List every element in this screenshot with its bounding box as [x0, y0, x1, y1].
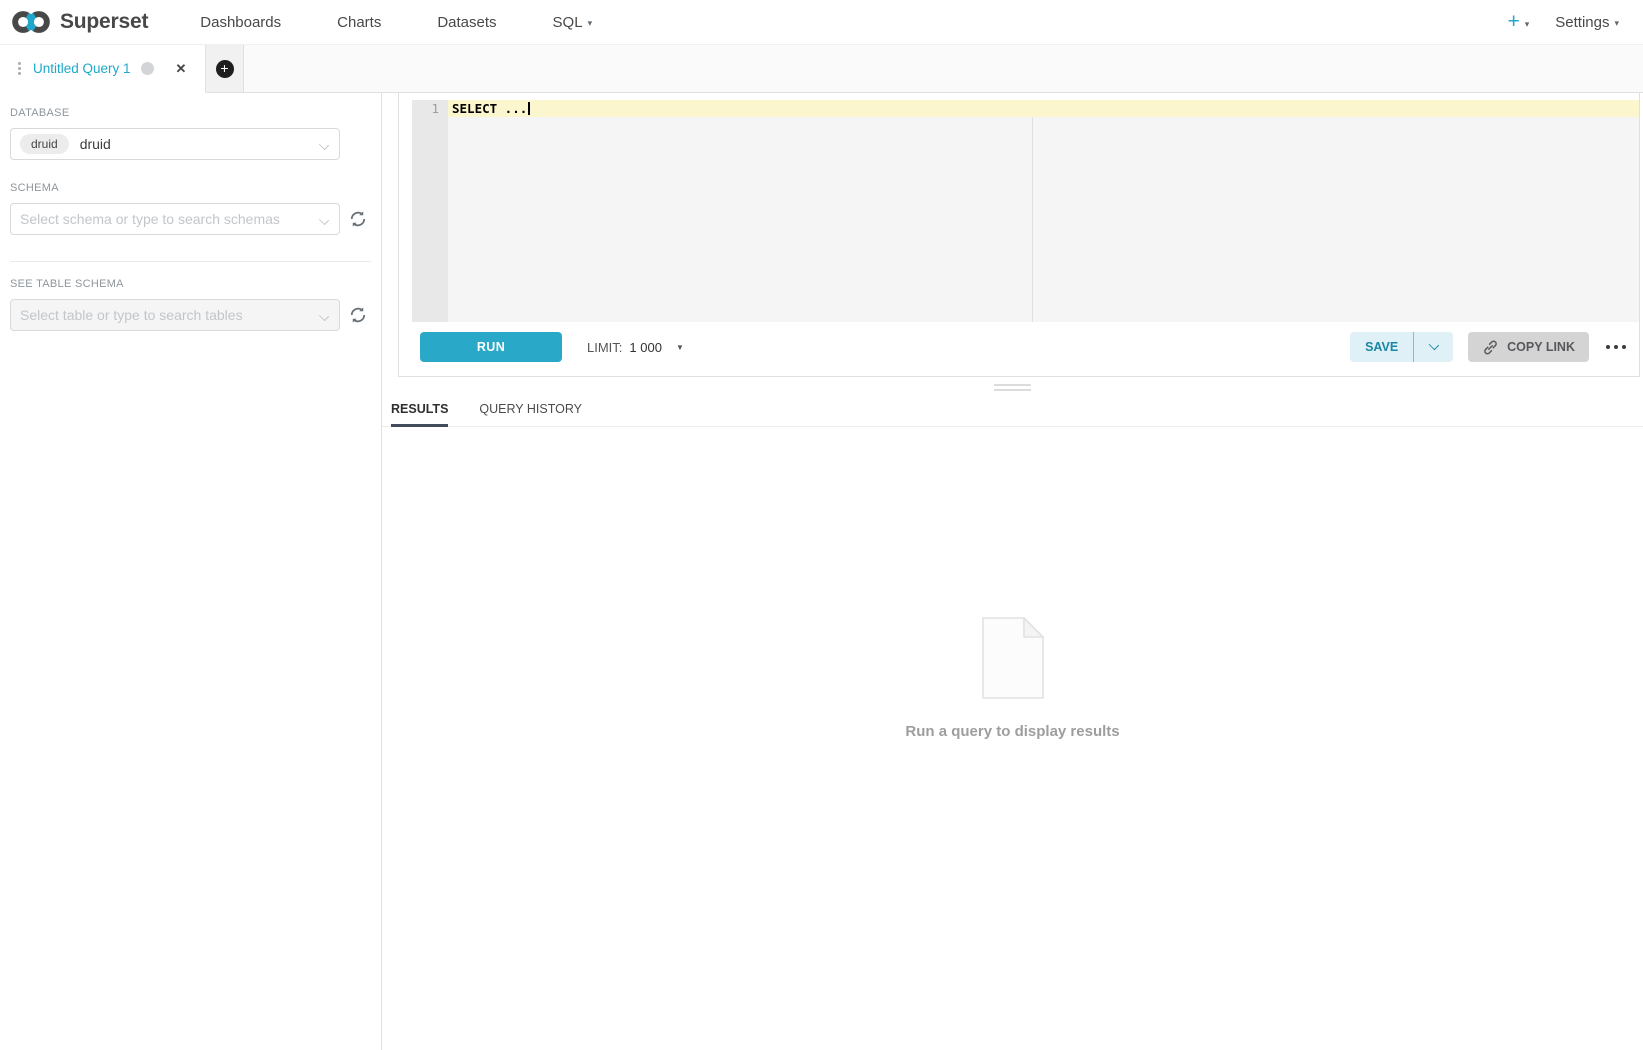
sql-text: SELECT ...	[452, 101, 527, 116]
print-margin-line	[1032, 100, 1033, 322]
refresh-schemas-button[interactable]	[349, 210, 367, 228]
sqllab-sidebar: DATABASE druid druid SCHEMA Select schem…	[0, 93, 382, 1050]
table-schema-label: SEE TABLE SCHEMA	[10, 278, 371, 290]
save-options-button[interactable]	[1413, 332, 1453, 362]
brand-name: Superset	[60, 10, 148, 34]
more-actions-button[interactable]	[1602, 339, 1630, 355]
editor-toolbar: RUN LIMIT: 1 000 ▼ SAVE COPY LIN	[399, 322, 1639, 376]
refresh-tables-button[interactable]	[349, 306, 367, 324]
schema-label: SCHEMA	[10, 182, 371, 194]
main-menu: Dashboards Charts Datasets SQL▾	[172, 14, 620, 31]
sidebar-divider	[10, 261, 371, 262]
line-number: 1	[412, 100, 439, 117]
settings-menu[interactable]: Settings▾	[1555, 14, 1619, 31]
caret-down-icon: ▾	[1614, 18, 1619, 28]
plus-icon: +	[1507, 10, 1519, 33]
chevron-down-icon	[320, 216, 328, 224]
limit-label: LIMIT:	[587, 340, 622, 355]
active-code-line: SELECT ...	[448, 100, 1639, 117]
schema-select[interactable]: Select schema or type to search schemas	[10, 203, 340, 235]
plus-circle-icon: +	[216, 60, 234, 78]
menu-dashboards[interactable]: Dashboards	[172, 14, 309, 31]
menu-sql[interactable]: SQL▾	[525, 14, 621, 31]
limit-dropdown[interactable]: LIMIT: 1 000 ▼	[587, 340, 684, 355]
menu-charts[interactable]: Charts	[309, 14, 409, 31]
menu-datasets[interactable]: Datasets	[409, 14, 524, 31]
chevron-down-icon	[1428, 340, 1438, 350]
new-query-tab-button[interactable]: +	[206, 45, 244, 92]
query-tab-title: Untitled Query 1	[33, 61, 131, 76]
tab-untitled-query-1[interactable]: Untitled Query 1 ✕	[0, 45, 206, 93]
sql-editor-container: 1 SELECT ... RUN LIMIT: 1 000 ▼ SAVE	[398, 93, 1640, 377]
table-placeholder: Select table or type to search tables	[20, 307, 243, 323]
link-icon	[1482, 339, 1499, 356]
database-value: druid	[80, 136, 111, 152]
results-tab-bar: RESULTS QUERY HISTORY	[382, 398, 1643, 427]
superset-logo[interactable]: Superset	[10, 9, 148, 35]
superset-infinity-icon	[10, 9, 52, 35]
tab-query-history[interactable]: QUERY HISTORY	[479, 398, 582, 427]
new-item-button[interactable]: +▾	[1507, 11, 1529, 33]
code-editor[interactable]: 1 SELECT ...	[412, 100, 1639, 322]
empty-state-message: Run a query to display results	[905, 723, 1119, 740]
sync-icon	[349, 210, 367, 228]
caret-down-icon: ▼	[676, 343, 684, 352]
table-select[interactable]: Select table or type to search tables	[10, 299, 340, 331]
drag-handle-icon[interactable]	[18, 62, 21, 75]
database-select[interactable]: druid druid	[10, 128, 340, 160]
schema-placeholder: Select schema or type to search schemas	[20, 211, 280, 227]
text-cursor	[528, 102, 530, 115]
query-tab-strip: Untitled Query 1 ✕ +	[0, 45, 1643, 93]
chevron-down-icon	[320, 141, 328, 149]
chevron-down-icon	[320, 312, 328, 320]
run-button[interactable]: RUN	[420, 332, 562, 362]
save-button[interactable]: SAVE	[1350, 332, 1413, 362]
save-split-button: SAVE	[1350, 332, 1453, 362]
sql-editor-panel: 1 SELECT ... RUN LIMIT: 1 000 ▼ SAVE	[382, 93, 1643, 1050]
tab-results[interactable]: RESULTS	[391, 398, 448, 427]
unsaved-indicator-dot	[141, 62, 154, 75]
results-empty-state: Run a query to display results	[382, 427, 1643, 1050]
copy-link-button[interactable]: COPY LINK	[1468, 332, 1589, 362]
caret-down-icon: ▾	[1525, 19, 1530, 29]
pane-resize-handle[interactable]	[382, 377, 1643, 398]
top-navbar: Superset Dashboards Charts Datasets SQL▾…	[0, 0, 1643, 45]
document-icon	[982, 617, 1044, 699]
editor-gutter: 1	[412, 100, 448, 322]
caret-down-icon: ▾	[588, 18, 593, 28]
sync-icon	[349, 306, 367, 324]
limit-value: 1 000	[629, 340, 662, 355]
database-type-badge: druid	[20, 134, 69, 154]
database-label: DATABASE	[10, 107, 371, 119]
editor-code-area[interactable]: SELECT ...	[448, 100, 1639, 322]
close-icon[interactable]: ✕	[176, 61, 187, 77]
